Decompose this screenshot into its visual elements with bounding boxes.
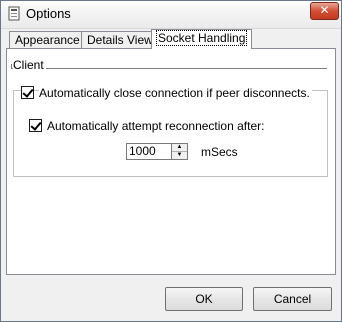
cancel-button[interactable]: Cancel (253, 287, 332, 311)
client-group-label: Client (13, 58, 46, 72)
title-bar[interactable]: Options ✕ (1, 1, 341, 29)
tab-details-view-label: Details View (87, 33, 153, 47)
reconnect-delay-input[interactable]: 1000 (126, 143, 175, 160)
arrow-up-icon[interactable]: ▲ (172, 144, 187, 152)
tab-socket-handling[interactable]: Socket Handling (151, 29, 253, 49)
auto-reconnect-checkbox[interactable] (29, 119, 42, 132)
group-border-top (11, 68, 327, 69)
close-icon: ✕ (319, 3, 330, 17)
auto-close-checkbox[interactable] (21, 86, 34, 99)
window-title: Options (26, 6, 71, 21)
auto-reconnect-label[interactable]: Automatically attempt reconnection after… (47, 119, 264, 133)
tab-socket-handling-label: Socket Handling (155, 30, 248, 46)
ok-button[interactable]: OK (165, 287, 243, 311)
tab-appearance-label: Appearance (15, 33, 80, 47)
tab-appearance[interactable]: Appearance (9, 31, 86, 49)
app-window-icon (8, 6, 20, 21)
reconnect-delay-spinner[interactable]: ▲ ▼ (171, 143, 188, 160)
reconnect-group-box (13, 90, 328, 177)
reconnect-delay-unit: mSecs (201, 145, 238, 159)
arrow-down-icon[interactable]: ▼ (172, 152, 187, 159)
auto-close-label[interactable]: Automatically close connection if peer d… (39, 86, 312, 100)
options-dialog: Options ✕ Appearance Details View Socket… (0, 0, 342, 322)
close-button[interactable]: ✕ (310, 2, 339, 20)
tab-details-view[interactable]: Details View (81, 31, 159, 49)
